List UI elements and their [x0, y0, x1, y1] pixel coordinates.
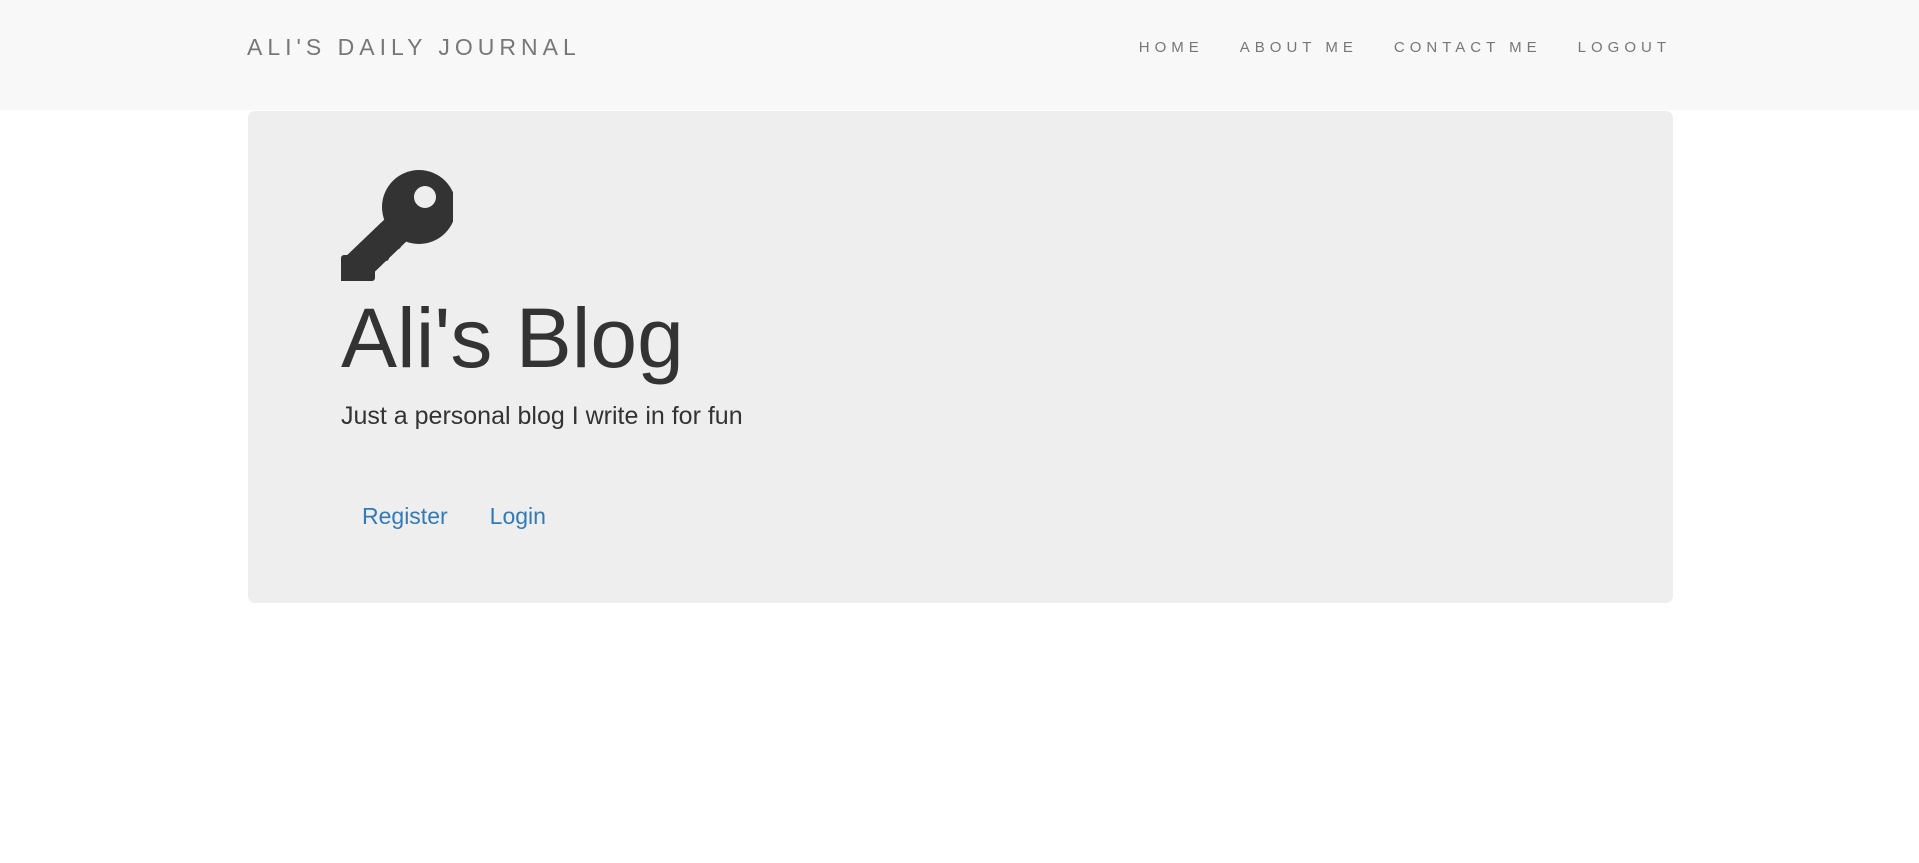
key-icon: [341, 170, 453, 281]
nav-links: HOME ABOUT ME CONTACT ME LOGOUT: [1103, 39, 1671, 56]
page-title: Ali's Blog: [341, 291, 684, 385]
brand-link[interactable]: ALI'S DAILY JOURNAL: [247, 34, 581, 61]
navbar: ALI'S DAILY JOURNAL HOME ABOUT ME CONTAC…: [0, 0, 1919, 110]
hero-jumbotron: Ali's Blog Just a personal blog I write …: [248, 111, 1673, 603]
nav-link-about-me[interactable]: ABOUT ME: [1240, 39, 1358, 56]
nav-link-home[interactable]: HOME: [1139, 39, 1204, 56]
login-link[interactable]: Login: [469, 499, 567, 534]
tagline: Just a personal blog I write in for fun: [341, 402, 743, 430]
auth-actions: Register Login: [341, 499, 567, 534]
register-link[interactable]: Register: [341, 499, 469, 534]
nav-link-contact-me[interactable]: CONTACT ME: [1394, 39, 1542, 56]
nav-link-logout[interactable]: LOGOUT: [1578, 39, 1671, 56]
